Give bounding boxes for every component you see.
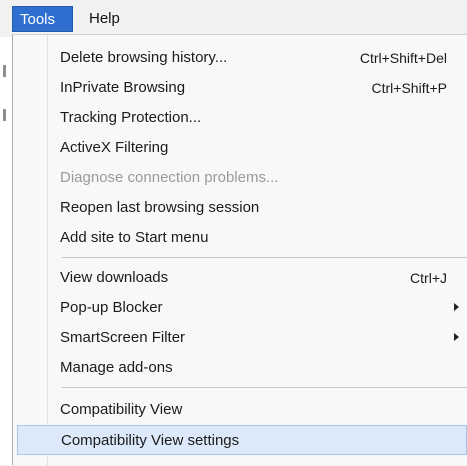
menu-item-label: ActiveX Filtering [60, 139, 169, 156]
menu-item-pop-up-blocker[interactable]: Pop-up Blocker [17, 293, 467, 323]
tools-dropdown-menu: Delete browsing history... Ctrl+Shift+De… [12, 34, 467, 466]
window-mark [3, 109, 6, 121]
menu-item-activex-filtering[interactable]: ActiveX Filtering [17, 133, 467, 163]
menu-item-smartscreen-filter[interactable]: SmartScreen Filter [17, 323, 467, 353]
help-menu[interactable]: Help [82, 6, 130, 32]
menu-item-label: View downloads [60, 269, 169, 286]
menu-bar: Tools Help [0, 0, 467, 38]
menu-item-label: Tracking Protection... [60, 109, 202, 126]
tools-menu[interactable]: Tools [12, 6, 73, 32]
chevron-right-icon [454, 303, 459, 311]
menu-item-label: Manage add-ons [60, 359, 173, 376]
window-edge [0, 37, 12, 465]
chevron-right-icon [454, 333, 459, 341]
menu-separator [62, 257, 467, 258]
menu-item-shortcut: Ctrl+J [410, 270, 447, 286]
menu-item-compatibility-view-settings[interactable]: Compatibility View settings [17, 425, 467, 455]
menu-item-inprivate-browsing[interactable]: InPrivate Browsing Ctrl+Shift+P [17, 73, 467, 103]
menu-item-label: SmartScreen Filter [60, 329, 186, 346]
menu-separator [62, 387, 467, 388]
menu-item-label: InPrivate Browsing [60, 79, 186, 96]
menu-item-label: Delete browsing history... [60, 49, 228, 66]
menu-item-delete-browsing-history[interactable]: Delete browsing history... Ctrl+Shift+De… [17, 43, 467, 73]
menu-item-add-site-to-start-menu[interactable]: Add site to Start menu [17, 223, 467, 253]
menu-item-label: Compatibility View settings [61, 432, 240, 449]
menu-item-reopen-last-browsing-session[interactable]: Reopen last browsing session [17, 193, 467, 223]
menu-item-manage-add-ons[interactable]: Manage add-ons [17, 353, 467, 383]
menu-item-compatibility-view[interactable]: Compatibility View [17, 395, 467, 425]
menu-item-shortcut: Ctrl+Shift+P [371, 80, 447, 96]
window-mark [3, 65, 6, 77]
menu-item-tracking-protection[interactable]: Tracking Protection... [17, 103, 467, 133]
menu-item-label: Add site to Start menu [60, 229, 209, 246]
menu-item-label: Diagnose connection problems... [60, 169, 279, 186]
menu-item-label: Reopen last browsing session [60, 199, 260, 216]
menu-item-label: Compatibility View [60, 401, 183, 418]
menu-item-label: Pop-up Blocker [60, 299, 163, 316]
menu-item-shortcut: Ctrl+Shift+Del [359, 50, 447, 66]
menu-item-diagnose-connection-problems: Diagnose connection problems... [17, 163, 467, 193]
menu-item-view-downloads[interactable]: View downloads Ctrl+J [17, 263, 467, 293]
